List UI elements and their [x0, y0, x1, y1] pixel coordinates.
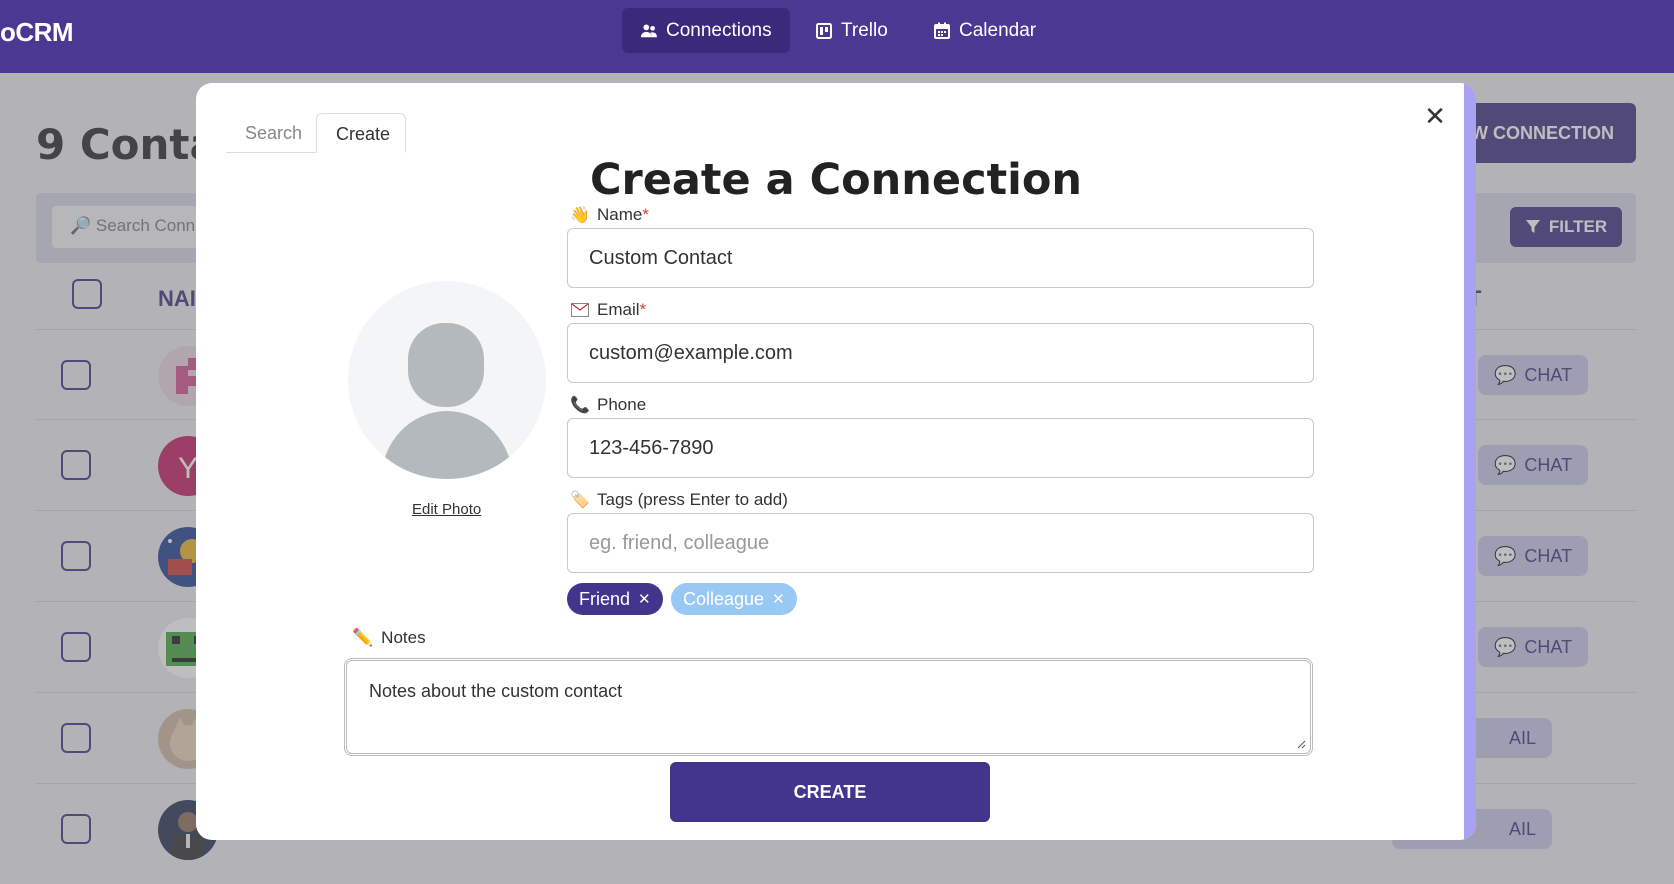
person-silhouette-icon: [381, 323, 513, 479]
nav-connections-label: Connections: [666, 19, 772, 41]
create-connection-modal: ✕ Search Create Create a Connection Edit…: [196, 83, 1476, 840]
users-icon: [640, 22, 658, 40]
nav-calendar[interactable]: Calendar: [915, 8, 1054, 53]
remove-tag-icon[interactable]: ✕: [772, 590, 785, 608]
tag-chip-label: Colleague: [683, 588, 765, 609]
notes-textarea[interactable]: Notes about the custom contact: [344, 658, 1313, 756]
pencil-icon: ✏️: [352, 628, 374, 647]
edit-photo-link[interactable]: Edit Photo: [412, 501, 481, 518]
tag-chip-colleague: Colleague ✕: [671, 583, 797, 615]
create-button[interactable]: CREATE: [670, 762, 990, 822]
required-marker: *: [639, 300, 647, 319]
modal-title: Create a Connection: [589, 155, 1083, 205]
brand-logo[interactable]: oCRM: [0, 17, 74, 48]
name-label: 👋 Name *: [570, 205, 649, 225]
telephone-icon: 📞: [570, 397, 590, 414]
modal-tabs: Search Create: [226, 113, 406, 153]
tag-chip-label: Friend: [579, 588, 631, 609]
waving-hand-icon: 👋: [570, 207, 590, 224]
top-nav-bar: oCRM Connections Trello Calendar: [0, 0, 1674, 73]
tags-label: 🏷️ Tags (press Enter to add): [570, 490, 788, 510]
required-marker: *: [642, 205, 649, 224]
email-label: Email *: [570, 300, 646, 320]
email-field[interactable]: custom@example.com: [567, 323, 1314, 383]
tag-chip-friend: Friend ✕: [567, 583, 663, 615]
envelope-icon: [570, 300, 590, 320]
calendar-icon: [933, 22, 951, 40]
close-icon[interactable]: ✕: [1420, 101, 1450, 131]
phone-field[interactable]: 123-456-7890: [567, 418, 1314, 478]
tags-label-text: Tags (press Enter to add): [597, 490, 788, 509]
tab-create[interactable]: Create: [316, 113, 406, 153]
name-field[interactable]: Custom Contact: [567, 228, 1314, 288]
notes-value: Notes about the custom contact: [369, 681, 623, 701]
tab-search[interactable]: Search: [226, 113, 321, 153]
nav-trello-label: Trello: [841, 19, 888, 41]
nav-trello[interactable]: Trello: [797, 8, 906, 53]
board-icon: [815, 22, 833, 40]
tag-icon: 🏷️: [570, 492, 590, 509]
notes-label-text: Notes: [381, 628, 426, 647]
resize-handle-icon[interactable]: [1296, 739, 1306, 749]
remove-tag-icon[interactable]: ✕: [638, 590, 651, 608]
nav-connections[interactable]: Connections: [622, 8, 790, 53]
phone-label: 📞 Phone: [570, 395, 646, 415]
phone-label-text: Phone: [597, 395, 647, 414]
notes-label: ✏️ Notes: [352, 628, 426, 648]
name-label-text: Name: [597, 205, 643, 224]
tags-input[interactable]: eg. friend, colleague: [567, 513, 1314, 573]
nav-calendar-label: Calendar: [959, 19, 1037, 41]
email-label-text: Email: [597, 300, 640, 319]
avatar-placeholder[interactable]: [348, 281, 546, 479]
